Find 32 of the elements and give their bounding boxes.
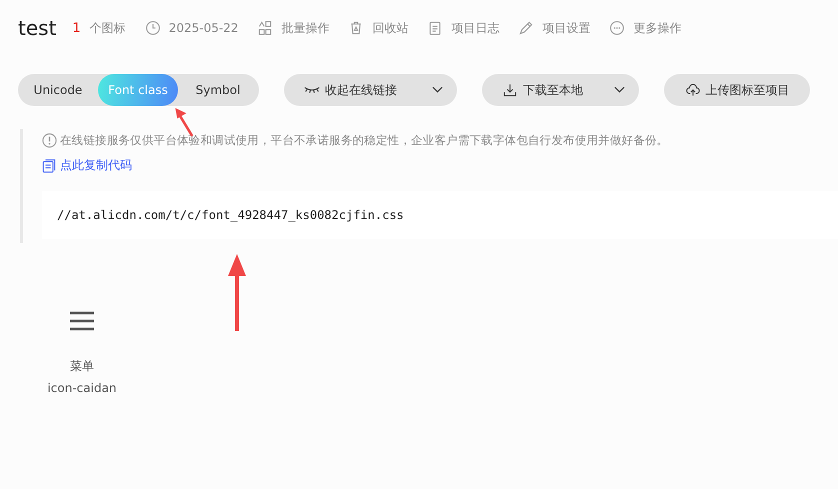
more-icon[interactable] (609, 20, 626, 36)
menu-icon[interactable] (70, 311, 94, 331)
mode-tab[interactable]: Unicode (18, 74, 98, 106)
toolbar-link[interactable]: 更多操作 (633, 20, 682, 36)
clock-icon[interactable] (144, 20, 161, 36)
pencil-icon[interactable] (518, 20, 534, 36)
upload-button[interactable]: 上传图标至项目 (664, 74, 810, 106)
mode-tab[interactable]: Font class (98, 74, 178, 106)
toolbar-link[interactable]: 回收站 (372, 20, 408, 36)
toolbar-link[interactable]: 2025-05-22 (168, 21, 238, 35)
dropdown-button[interactable]: 收起在线链接 (284, 74, 457, 106)
copy-code-link[interactable]: 点此复制代码 (60, 157, 132, 174)
project-title: test (18, 16, 56, 40)
icon-count-label: 个图标 (90, 20, 126, 36)
cloud-upload-icon (684, 83, 700, 97)
dropdown-button[interactable]: 下载至本地 (482, 74, 639, 106)
toolbar-link[interactable]: 项目日志 (451, 20, 500, 36)
icon-name: 菜单 (70, 358, 94, 375)
toolbar-link[interactable]: 批量操作 (281, 20, 330, 36)
icon-count: 1 (72, 20, 81, 36)
mode-tab[interactable]: Symbol (178, 74, 258, 106)
notice-text: 在线链接服务仅供平台体验和调试使用，平台不承诺服务的稳定性，企业客户需下载字体包自行发布使用并做好备份。 (60, 133, 668, 148)
grid-icon[interactable] (257, 20, 274, 36)
chevron-down-icon (614, 86, 625, 94)
toolbar-link[interactable]: 项目设置 (542, 20, 590, 36)
info-icon (42, 133, 57, 148)
clipboard-icon[interactable] (427, 20, 444, 36)
download-icon (502, 83, 518, 97)
copy-icon (42, 158, 56, 172)
css-url: //at.alicdn.com/t/c/font_4928447_ks0082cjfin.css (57, 208, 404, 222)
icon-class-name: icon-caidan (47, 381, 117, 395)
chevron-down-icon (432, 86, 443, 94)
